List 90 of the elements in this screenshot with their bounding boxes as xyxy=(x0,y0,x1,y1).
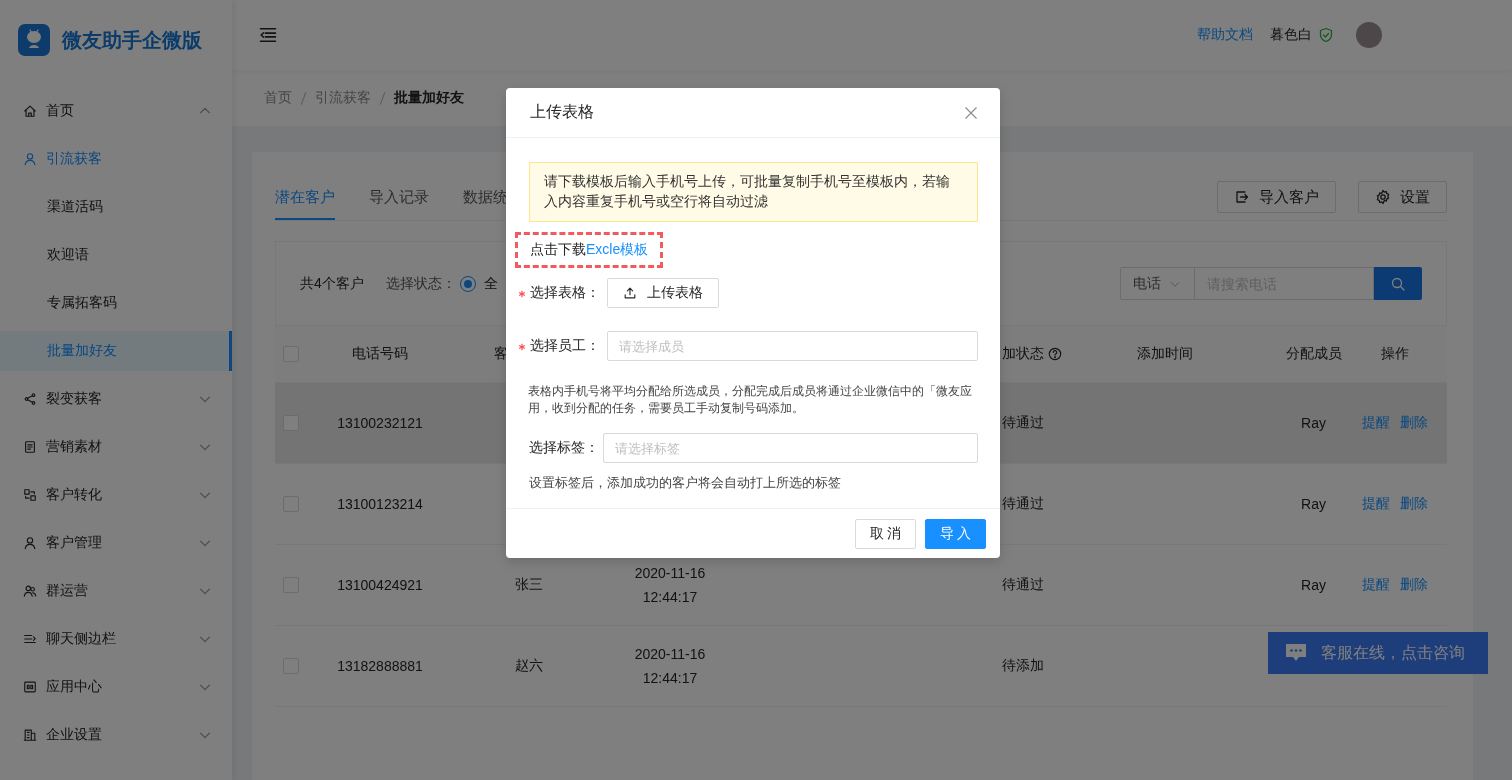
filter-label: 选择状态： xyxy=(385,274,456,293)
action-link[interactable]: 提醒 xyxy=(1362,414,1390,432)
tab[interactable]: 潜在客户 xyxy=(275,174,335,220)
table-cell: 张三 xyxy=(515,576,543,594)
table-cell: 13182888881 xyxy=(337,658,423,674)
menu-item[interactable]: 渠道活码 xyxy=(0,183,232,231)
share-icon xyxy=(23,392,37,406)
menu-item[interactable]: 客户管理 xyxy=(0,519,232,567)
menu-item[interactable]: 客户转化 xyxy=(0,471,232,519)
breadcrumb-current: 批量加好友 xyxy=(394,89,464,107)
modal-title: 上传表格 xyxy=(530,102,594,122)
building-icon xyxy=(23,728,37,742)
user-name: 暮色白 xyxy=(1270,26,1312,44)
select-field[interactable]: 电话 xyxy=(1120,267,1195,300)
search-icon xyxy=(1390,275,1406,292)
breadcrumb-link[interactable]: 首页 xyxy=(264,89,292,107)
import-button[interactable]: 导 入 xyxy=(925,519,986,549)
select-field[interactable]: 请选择成员 xyxy=(607,331,978,361)
menu-item[interactable]: 企业设置 xyxy=(0,711,232,759)
table-cell: Ray xyxy=(1301,496,1326,512)
menu-item[interactable]: 批量加好友 xyxy=(0,331,232,371)
action-link[interactable]: 删除 xyxy=(1400,414,1428,432)
select-field[interactable]: 请选择标签 xyxy=(603,433,978,463)
user-icon xyxy=(23,152,37,166)
list-icon xyxy=(23,632,37,646)
column-header: 客 xyxy=(494,345,508,363)
table-cell: Ray xyxy=(1301,577,1326,593)
user-icon xyxy=(23,536,37,550)
action-link[interactable]: 提醒 xyxy=(1362,576,1390,594)
app-name: 微友助手企微版 xyxy=(62,27,202,53)
menu-item[interactable]: 裂变获客 xyxy=(0,375,232,423)
help-text: 表格内手机号将平均分配给所选成员，分配完成后成员将通过企业微信中的「微友应用，收到分配的任务，需要员工手动复制号码添加。 xyxy=(528,383,973,417)
table-cell: 13100232121 xyxy=(337,415,423,431)
users-icon xyxy=(23,584,37,598)
menu-item[interactable]: 应用中心 xyxy=(0,663,232,711)
upload-button[interactable]: 上传表格 xyxy=(607,278,719,308)
menu-item[interactable]: 欢迎语 xyxy=(0,231,232,279)
table-cell: 待添加 xyxy=(1002,657,1044,675)
chat-button[interactable]: 客服在线，点击咨询 xyxy=(1268,632,1488,674)
table-cell: 13100123214 xyxy=(337,496,423,512)
column-header: 加状态 xyxy=(1002,345,1044,363)
help-text: 设置标签后，添加成功的客户将会自动打上所选的标签 xyxy=(529,474,842,492)
menu-item[interactable]: 专属拓客码 xyxy=(0,279,232,327)
table-cell-text: 2020-11-16 12:44:17 xyxy=(633,645,707,688)
logo-icon xyxy=(18,24,50,56)
notice-message: 请下载模板后输入手机号上传，可批量复制手机号至模板内，若输入内容重复手机号或空行将自动过滤 xyxy=(529,162,978,222)
customer-count: 共4个客户 xyxy=(300,274,364,293)
help-icon xyxy=(1048,347,1062,361)
table-cell: 待通过 xyxy=(1002,414,1044,432)
table-cell-text: 2020-11-16 12:44:17 xyxy=(633,564,707,607)
radio-button[interactable]: 全 xyxy=(459,274,498,293)
action-link[interactable]: 删除 xyxy=(1400,576,1428,594)
menu-item[interactable]: 引流获客 xyxy=(0,135,232,183)
column-header: 分配成员 xyxy=(1286,345,1342,363)
document-icon xyxy=(23,440,37,454)
search-button[interactable] xyxy=(1374,267,1422,300)
field-label: 选择标签： xyxy=(529,439,599,457)
download-hint: 点击下载Excle模板 xyxy=(515,232,664,268)
table-cell: Ray xyxy=(1301,415,1326,431)
action-link[interactable]: 删除 xyxy=(1400,495,1428,513)
menu-item[interactable]: 首页 xyxy=(0,87,232,135)
import-icon xyxy=(1234,189,1250,205)
menu-button[interactable] xyxy=(258,25,278,45)
menu-item[interactable]: 聊天侧边栏 xyxy=(0,615,232,663)
chat-icon xyxy=(1285,643,1307,663)
help-link[interactable]: 帮助文档 xyxy=(1197,26,1253,44)
import-button[interactable]: 导入客户 xyxy=(1217,181,1336,213)
tab[interactable]: 导入记录 xyxy=(369,174,429,220)
upload-icon xyxy=(623,286,637,300)
app-icon xyxy=(23,680,37,694)
table-cell: 赵六 xyxy=(515,657,543,675)
cancel-button[interactable]: 取 消 xyxy=(855,519,916,549)
squares-icon xyxy=(23,488,37,502)
menu-icon xyxy=(258,25,278,45)
table-cell: 待通过 xyxy=(1002,495,1044,513)
column-header: 操作 xyxy=(1381,345,1409,363)
shield-icon xyxy=(1318,27,1334,43)
table-cell: 13100424921 xyxy=(337,577,423,593)
menu-item[interactable]: 营销素材 xyxy=(0,423,232,471)
table-cell: 待通过 xyxy=(1002,576,1044,594)
column-header: 电话号码 xyxy=(352,345,408,363)
close-icon xyxy=(964,105,978,120)
settings-icon xyxy=(1375,189,1391,205)
action-link[interactable]: 提醒 xyxy=(1362,495,1390,513)
avatar-icon xyxy=(1356,22,1382,48)
home-icon xyxy=(23,104,37,118)
menu-item[interactable]: 群运营 xyxy=(0,567,232,615)
download-link[interactable]: Excle模板 xyxy=(586,241,649,257)
column-header: 添加时间 xyxy=(1137,345,1193,363)
settings-button[interactable]: 设置 xyxy=(1358,181,1447,213)
